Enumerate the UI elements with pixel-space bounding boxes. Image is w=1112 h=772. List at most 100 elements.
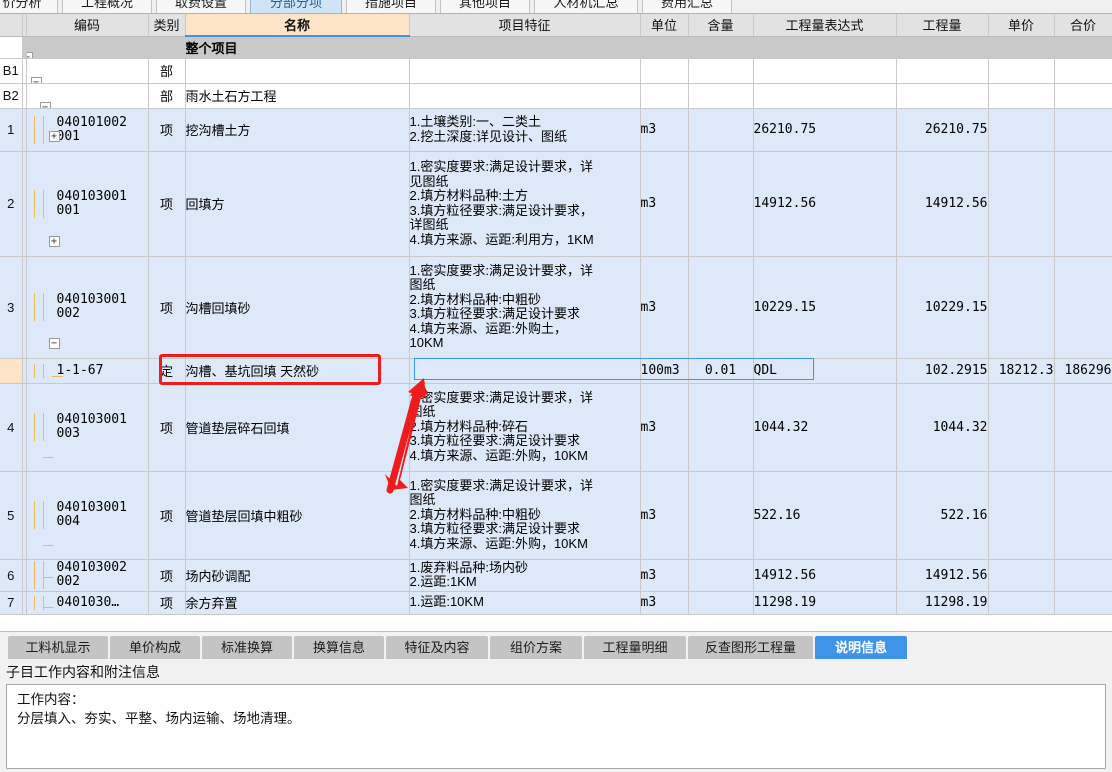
- cell-total[interactable]: [1054, 108, 1112, 152]
- cell-qty[interactable]: [896, 58, 989, 84]
- collapse-toggle-icon[interactable]: −: [26, 52, 33, 57]
- cell-unit[interactable]: m3: [640, 591, 689, 615]
- cell-price[interactable]: [988, 559, 1055, 592]
- top-tab-0[interactable]: 价分析: [0, 0, 58, 13]
- cell-qty[interactable]: [896, 36, 989, 59]
- cell-total[interactable]: [1054, 559, 1112, 592]
- col-header-code[interactable]: 编码: [26, 14, 149, 37]
- top-tab-3[interactable]: 分部分项: [250, 0, 342, 13]
- cell-total[interactable]: [1054, 151, 1112, 257]
- cell-total[interactable]: [1054, 83, 1112, 109]
- detail-tab-strip[interactable]: 工料机显示 单价构成 标准换算 换算信息 特征及内容 组价方案 工程量明细 反查图形工程量 说明…: [0, 636, 1112, 659]
- cell-expr[interactable]: 14912.56: [753, 559, 897, 592]
- cell-han[interactable]: [688, 108, 754, 152]
- top-tab-7[interactable]: 费用汇总: [642, 0, 732, 13]
- cell-idx[interactable]: 2: [0, 151, 23, 257]
- detail-tab-4[interactable]: 特征及内容: [386, 636, 488, 659]
- cell-qty[interactable]: [896, 83, 989, 109]
- cell-han[interactable]: [688, 256, 754, 359]
- cell-total[interactable]: [1054, 591, 1112, 615]
- cell-type[interactable]: 项: [148, 591, 186, 615]
- detail-tab-0[interactable]: 工料机显示: [8, 636, 108, 659]
- cell-code[interactable]: 040103002 002: [26, 559, 149, 592]
- cell-expr[interactable]: [753, 58, 897, 84]
- cell-price[interactable]: [988, 58, 1055, 84]
- cell-expr[interactable]: 10229.15: [753, 256, 897, 359]
- cell-feat[interactable]: 1.运距:10KM: [409, 591, 641, 615]
- cell-code[interactable]: 0401030…: [26, 591, 149, 615]
- table-row[interactable]: 1 +040101002 001 项挖沟槽土方 1.土壤类别:一、二类土 2.挖土深度…: [0, 108, 1112, 152]
- cell-name[interactable]: 余方弃置: [185, 591, 410, 615]
- cell-han[interactable]: [688, 58, 754, 84]
- expand-toggle-icon[interactable]: +: [48, 236, 60, 247]
- col-header-feat[interactable]: 项目特征: [409, 14, 641, 37]
- cell-type[interactable]: 项: [148, 383, 186, 472]
- cell-han[interactable]: [688, 151, 754, 257]
- top-tab-strip[interactable]: 价分析 工程概况 取费设置 分部分项 措施项目 其他项目 人材机汇总 费用汇总: [0, 0, 1112, 14]
- cell-idx[interactable]: [0, 358, 23, 384]
- col-header-total[interactable]: 合价: [1054, 14, 1112, 37]
- cell-code[interactable]: 040103001 004: [26, 471, 149, 560]
- detail-tab-1[interactable]: 单价构成: [110, 636, 200, 659]
- cell-price[interactable]: [988, 108, 1055, 152]
- table-row[interactable]: 5 040103001 004 项管道垫层回填中粗砂 1.密实度要求:满足设计要求，详…: [0, 471, 1112, 560]
- cell-type[interactable]: 部: [148, 58, 186, 84]
- cell-idx[interactable]: B1: [0, 58, 23, 84]
- table-row[interactable]: B1 − 部: [0, 58, 1112, 84]
- table-row[interactable]: 6 040103002 002 项场内砂调配 1.废弃料品种:场内砂 2.运距:1KM…: [0, 559, 1112, 592]
- cell-type[interactable]: 项: [148, 559, 186, 592]
- top-tab-4[interactable]: 措施项目: [346, 0, 436, 13]
- cell-expr[interactable]: 522.16: [753, 471, 897, 560]
- top-tab-2[interactable]: 取费设置: [156, 0, 246, 13]
- cell-expr[interactable]: [753, 36, 897, 59]
- cell-price[interactable]: [988, 256, 1055, 359]
- cell-type[interactable]: 项: [148, 471, 186, 560]
- cell-name[interactable]: 场内砂调配: [185, 559, 410, 592]
- cell-price[interactable]: [988, 36, 1055, 59]
- top-tab-5[interactable]: 其他项目: [440, 0, 530, 13]
- cell-unit[interactable]: m3: [640, 151, 689, 257]
- col-header-price[interactable]: 单价: [988, 14, 1055, 37]
- table-row[interactable]: 7 0401030… 项余方弃置 1.运距:10KM m3 11298.19 11298.1…: [0, 591, 1112, 615]
- cell-feat[interactable]: 1.密实度要求:满足设计要求，详 见图纸 2.填方材料品种:土方 3.填方粒径要…: [409, 151, 641, 257]
- detail-tab-3[interactable]: 换算信息: [294, 636, 384, 659]
- cell-name[interactable]: 沟槽回填砂: [185, 256, 410, 359]
- cell-idx[interactable]: 6: [0, 559, 23, 592]
- cell-price[interactable]: 18212.3: [988, 358, 1055, 384]
- cell-idx[interactable]: 1: [0, 108, 23, 152]
- cell-total[interactable]: [1054, 383, 1112, 472]
- cell-name[interactable]: 管道垫层碎石回填: [185, 383, 410, 472]
- cell-unit[interactable]: [640, 83, 689, 109]
- table-row[interactable]: B2 − 部雨水土石方工程: [0, 83, 1112, 109]
- table-row[interactable]: 1-1-67 定沟槽、基坑回填 天然砂 100m3 0.01 QDL 102.2915 18…: [0, 358, 1112, 384]
- cell-idx[interactable]: 7: [0, 591, 23, 615]
- table-row[interactable]: 2 +040103001 001 项回填方 1.密实度要求:满足设计要求，详 见图纸 …: [0, 151, 1112, 257]
- cell-name[interactable]: 整个项目: [185, 36, 410, 59]
- cell-price[interactable]: [988, 151, 1055, 257]
- col-header-expr[interactable]: 工程量表达式: [753, 14, 897, 37]
- cell-expr[interactable]: QDL: [753, 358, 897, 384]
- cell-han[interactable]: 0.01: [688, 358, 754, 384]
- cell-unit[interactable]: m3: [640, 256, 689, 359]
- cell-qty[interactable]: 11298.19: [896, 591, 989, 615]
- cell-unit[interactable]: [640, 58, 689, 84]
- cell-code[interactable]: 040103001 003: [26, 383, 149, 472]
- cell-han[interactable]: [688, 383, 754, 472]
- cell-price[interactable]: [988, 591, 1055, 615]
- cell-feat[interactable]: 1.密实度要求:满足设计要求，详 图纸 2.填方材料品种:中粗砂 3.填方粒径要…: [409, 256, 641, 359]
- cell-total[interactable]: [1054, 256, 1112, 359]
- cell-name[interactable]: 回填方: [185, 151, 410, 257]
- cell-unit[interactable]: m3: [640, 383, 689, 472]
- cell-type[interactable]: [148, 36, 186, 59]
- cell-name[interactable]: 雨水土石方工程: [185, 83, 410, 109]
- detail-tab-7[interactable]: 反查图形工程量: [688, 636, 813, 659]
- cell-name[interactable]: 管道垫层回填中粗砂: [185, 471, 410, 560]
- cell-han[interactable]: [688, 83, 754, 109]
- cell-idx[interactable]: 4: [0, 383, 23, 472]
- table-row[interactable]: 3 − 040103001 002 项沟槽回填砂 1.密实度要求:满足设计要求，详 图纸…: [0, 256, 1112, 359]
- cell-type[interactable]: 项: [148, 151, 186, 257]
- cell-qty[interactable]: 14912.56: [896, 151, 989, 257]
- cell-name[interactable]: 挖沟槽土方: [185, 108, 410, 152]
- cell-qty[interactable]: 522.16: [896, 471, 989, 560]
- detail-tab-2[interactable]: 标准换算: [202, 636, 292, 659]
